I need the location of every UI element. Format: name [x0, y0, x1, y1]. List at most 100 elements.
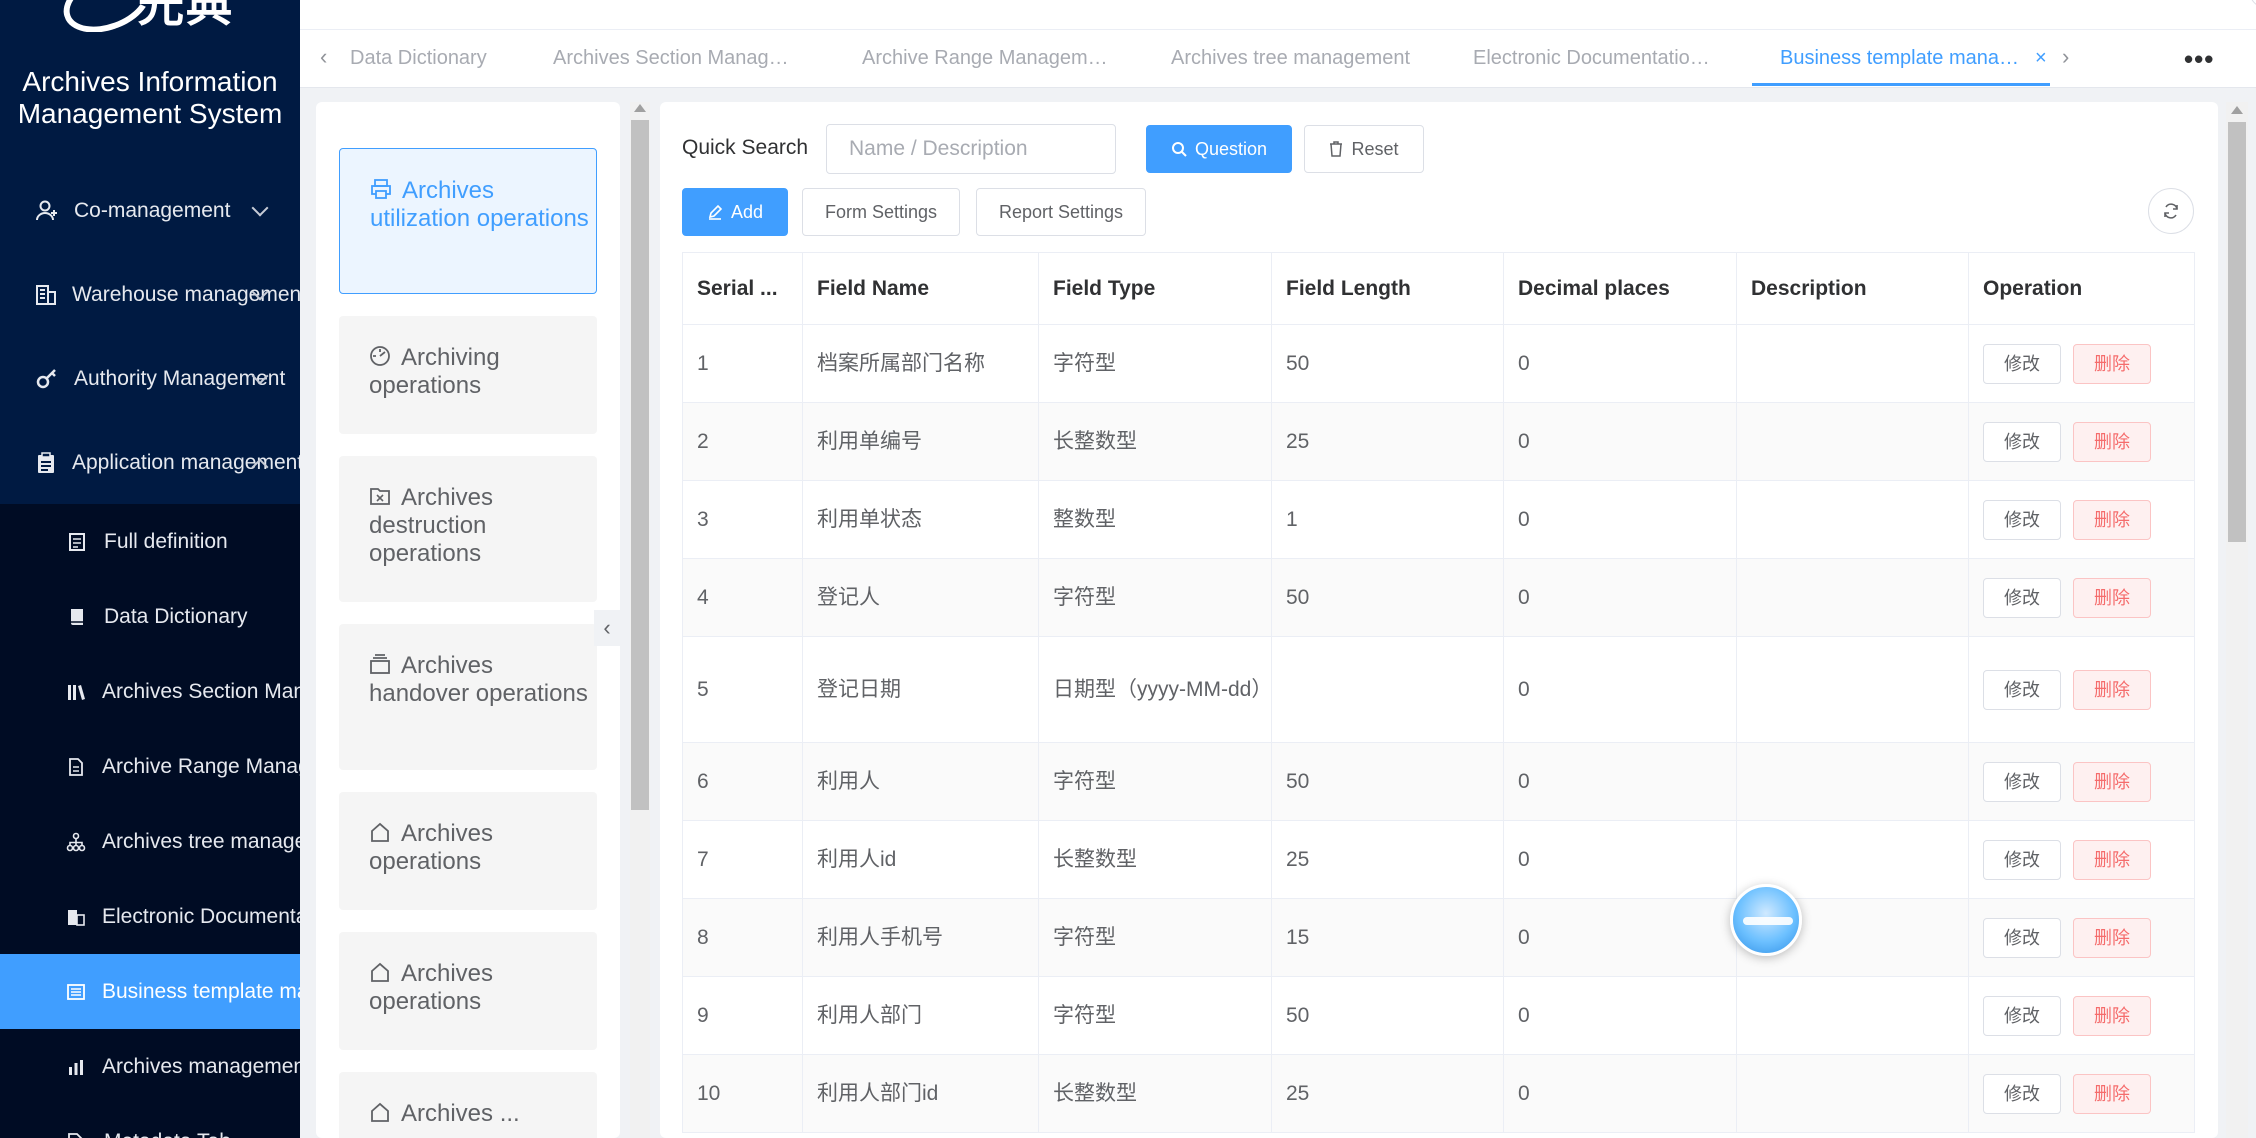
delete-button[interactable]: 删除	[2073, 343, 2151, 384]
column-header[interactable]: Serial ...	[682, 252, 803, 325]
tab-archive-range[interactable]: Archive Range Managem…	[862, 30, 1108, 86]
table-row[interactable]: 5 登记日期 日期型（yyyy-MM-dd） 0 修改 删除	[682, 636, 2195, 743]
submenu-item-business-template[interactable]: Business template management	[0, 954, 300, 1029]
column-header[interactable]: Field Name	[802, 252, 1039, 325]
category-card[interactable]: Archiving operations	[339, 316, 597, 434]
scroll-up-icon[interactable]	[634, 104, 646, 112]
tab-archives-section[interactable]: Archives Section Manag…	[553, 30, 789, 86]
cell-operation: 修改 删除	[1968, 480, 2195, 559]
edit-button[interactable]: 修改	[1983, 839, 2061, 880]
submenu-item-full-definition[interactable]: Full definition	[0, 504, 300, 579]
delete-button[interactable]: 删除	[2073, 761, 2151, 802]
more-icon[interactable]: •••	[2184, 44, 2214, 75]
menu-co-management[interactable]: Co-management	[0, 169, 300, 253]
close-icon[interactable]: ×	[2035, 30, 2047, 86]
column-header[interactable]: Decimal places	[1503, 252, 1737, 325]
delete-button[interactable]: 删除	[2073, 1073, 2151, 1114]
search-input[interactable]: Name / Description	[826, 124, 1116, 174]
category-panel-scrollbar[interactable]	[630, 102, 650, 1138]
home-icon	[371, 962, 389, 982]
delete-button[interactable]: 删除	[2073, 669, 2151, 710]
table-row[interactable]: 1 档案所属部门名称 字符型 50 0 修改 删除	[682, 324, 2195, 403]
printer-icon	[371, 179, 391, 199]
table-row[interactable]: 10 利用人部门id 长整数型 25 0 修改 删除	[682, 1054, 2195, 1133]
submenu-item-metadata-tab[interactable]: Metadata Tab	[0, 1104, 300, 1138]
edit-button[interactable]: 修改	[1983, 499, 2061, 540]
menu-authority-management[interactable]: Authority Management	[0, 337, 300, 421]
submenu-item-archive-range[interactable]: Archive Range Management	[0, 729, 300, 804]
scrollbar-thumb[interactable]	[2228, 122, 2246, 542]
form-settings-button[interactable]: Form Settings	[802, 188, 960, 236]
tabs-bar: ‹ Data Dictionary Archives Section Manag…	[300, 30, 2256, 88]
edit-button[interactable]: 修改	[1983, 995, 2061, 1036]
refresh-button[interactable]	[2148, 188, 2194, 234]
edit-button[interactable]: 修改	[1983, 917, 2061, 958]
delete-button[interactable]: 删除	[2073, 577, 2151, 618]
scroll-up-icon[interactable]	[2231, 106, 2243, 114]
chevron-right-icon[interactable]: ›	[2062, 44, 2069, 70]
column-header[interactable]: Field Type	[1038, 252, 1272, 325]
edit-button[interactable]: 修改	[1983, 577, 2061, 618]
delete-button[interactable]: 删除	[2073, 499, 2151, 540]
table-row[interactable]: 8 利用人手机号 字符型 15 0 修改 删除	[682, 898, 2195, 977]
table-row[interactable]: 9 利用人部门 字符型 50 0 修改 删除	[682, 976, 2195, 1055]
table-row[interactable]: 6 利用人 字符型 50 0 修改 删除	[682, 742, 2195, 821]
table-row[interactable]: 2 利用单编号 长整数型 25 0 修改 删除	[682, 402, 2195, 481]
edit-button[interactable]: 修改	[1983, 761, 2061, 802]
delete-button[interactable]: 删除	[2073, 421, 2151, 462]
report-settings-button[interactable]: Report Settings	[976, 188, 1146, 236]
tab-business-template[interactable]: Business template mana… ×	[1752, 30, 2050, 86]
main-content: Quick Search Name / Description Question…	[660, 102, 2218, 1138]
edit-button[interactable]: 修改	[1983, 669, 2061, 710]
menu-application-management[interactable]: Application management	[0, 421, 300, 505]
category-card[interactable]: Archives operations	[339, 932, 597, 1050]
main-scrollbar[interactable]	[2226, 102, 2248, 1138]
tab-electronic-documentation[interactable]: Electronic Documentatio…	[1473, 30, 1710, 86]
category-card[interactable]: Archives operations	[339, 792, 597, 910]
avatar[interactable]	[2248, 0, 2256, 10]
delete-button[interactable]: 删除	[2073, 917, 2151, 958]
column-header[interactable]: Field Length	[1271, 252, 1504, 325]
cell-decimal-places: 0	[1503, 636, 1737, 743]
menu-label: Warehouse management	[72, 283, 300, 306]
tab-archives-tree[interactable]: Archives tree management	[1171, 30, 1410, 86]
column-header[interactable]: Operation	[1968, 252, 2195, 325]
trash-icon	[1329, 141, 1343, 157]
category-card[interactable]: Archives ...	[339, 1072, 597, 1138]
system-title: Archives Information Management System	[17, 66, 283, 129]
category-card[interactable]: Archives handover operations	[339, 624, 597, 770]
add-button[interactable]: Add	[682, 188, 788, 236]
collapse-handle[interactable]: ‹	[594, 610, 620, 646]
question-button[interactable]: Question	[1146, 125, 1292, 173]
tab-data-dictionary[interactable]: Data Dictionary	[350, 30, 487, 86]
chevron-left-icon[interactable]: ‹	[320, 44, 327, 70]
cell-field-name: 利用单状态	[802, 480, 1039, 559]
table-row[interactable]: 3 利用单状态 整数型 1 0 修改 删除	[682, 480, 2195, 559]
edit-button[interactable]: 修改	[1983, 343, 2061, 384]
floating-assistant-button[interactable]	[1730, 884, 1802, 956]
submenu-item-archives-section[interactable]: Archives Section Management	[0, 654, 300, 729]
table-row[interactable]: 4 登记人 字符型 50 0 修改 删除	[682, 558, 2195, 637]
column-header[interactable]: Description	[1736, 252, 1969, 325]
menu-warehouse-management[interactable]: Warehouse management	[0, 253, 300, 337]
edit-button[interactable]: 修改	[1983, 1073, 2061, 1114]
submenu-item-electronic-documentation[interactable]: Electronic Documentation	[0, 879, 300, 954]
category-card[interactable]: Archives utilization operations	[339, 148, 597, 294]
cell-serial: 10	[682, 1054, 803, 1133]
scrollbar-thumb[interactable]	[631, 120, 649, 810]
submenu-item-data-dictionary[interactable]: Data Dictionary	[0, 579, 300, 654]
edit-button[interactable]: 修改	[1983, 421, 2061, 462]
delete-button[interactable]: 删除	[2073, 839, 2151, 880]
delete-button[interactable]: 删除	[2073, 995, 2151, 1036]
cell-serial: 1	[682, 324, 803, 403]
category-card[interactable]: Archives destruction operations	[339, 456, 597, 602]
home-icon	[371, 822, 389, 842]
cell-field-length	[1271, 636, 1504, 743]
cell-description	[1736, 480, 1969, 559]
submenu-item-archives-tree[interactable]: Archives tree management	[0, 804, 300, 879]
cell-field-name: 利用人手机号	[802, 898, 1039, 977]
table-row[interactable]: 7 利用人id 长整数型 25 0 修改 删除	[682, 820, 2195, 899]
submenu-item-archives-management[interactable]: Archives management	[0, 1029, 300, 1104]
reset-button[interactable]: Reset	[1304, 125, 1424, 173]
category-label: Archives ...	[401, 1100, 520, 1127]
